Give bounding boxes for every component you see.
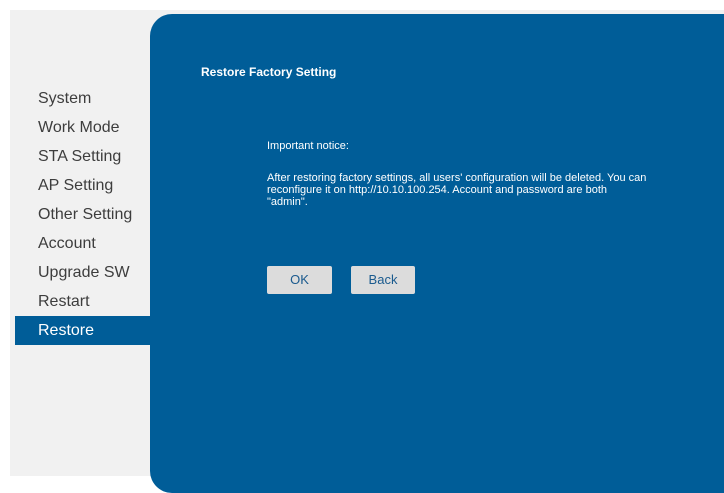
panel-title: Restore Factory Setting	[201, 65, 337, 79]
back-button[interactable]: Back	[351, 266, 415, 294]
sidebar-item-account[interactable]: Account	[15, 229, 165, 258]
sidebar-item-restore[interactable]: Restore	[15, 316, 165, 345]
sidebar-item-work-mode[interactable]: Work Mode	[15, 113, 165, 142]
sidebar-item-system[interactable]: System	[15, 84, 165, 113]
sidebar-item-sta-setting[interactable]: STA Setting	[15, 142, 165, 171]
sidebar-item-other-setting[interactable]: Other Setting	[15, 200, 165, 229]
notice-heading: Important notice:	[267, 140, 349, 152]
sidebar-item-restart[interactable]: Restart	[15, 287, 165, 316]
ok-button[interactable]: OK	[267, 266, 332, 294]
sidebar-item-ap-setting[interactable]: AP Setting	[15, 171, 165, 200]
sidebar-item-upgrade-sw[interactable]: Upgrade SW	[15, 258, 165, 287]
notice-body: After restoring factory settings, all us…	[267, 172, 647, 208]
restore-panel: Restore Factory Setting Important notice…	[150, 14, 724, 493]
sidebar-nav: System Work Mode STA Setting AP Setting …	[15, 84, 165, 345]
